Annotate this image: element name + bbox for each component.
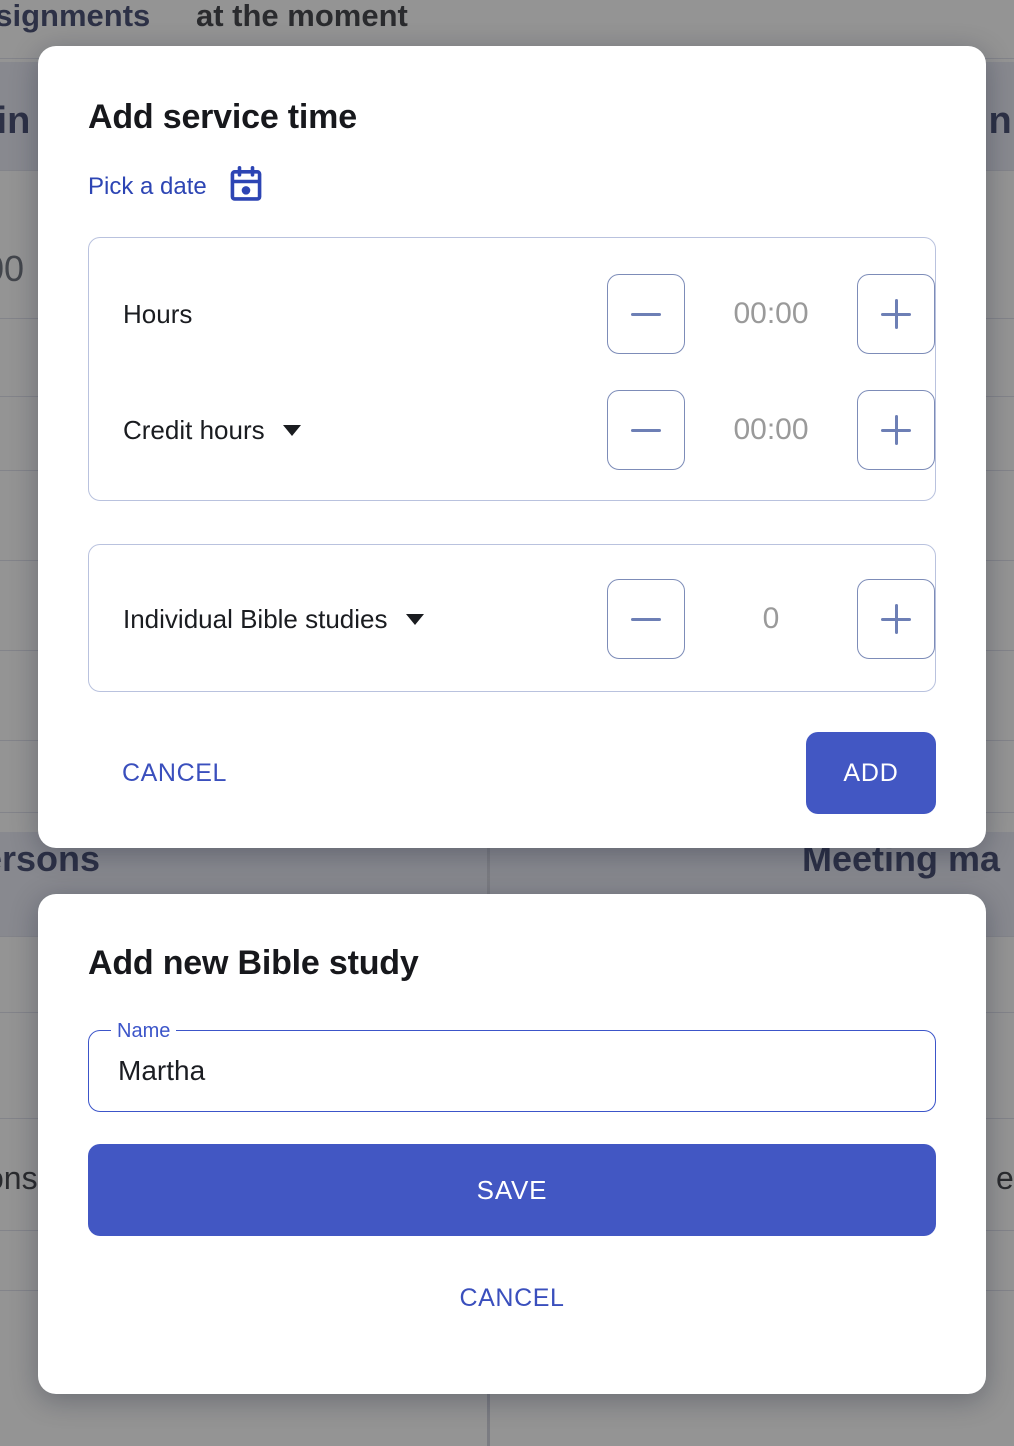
credit-hours-increment-button[interactable] xyxy=(857,390,935,470)
pick-a-date-label[interactable]: Pick a date xyxy=(88,173,207,201)
pick-a-date-control[interactable]: Pick a date xyxy=(88,165,263,207)
name-field-value[interactable]: Martha xyxy=(118,1055,205,1087)
name-field-label: Name xyxy=(111,1019,177,1043)
add-button[interactable]: ADD xyxy=(806,732,936,814)
screen-root: ssignments at the moment lin in 00 erson… xyxy=(0,0,1014,1446)
plus-icon xyxy=(881,415,911,445)
chevron-down-icon[interactable] xyxy=(282,424,301,436)
individual-bible-studies-label-wrap[interactable]: Individual Bible studies xyxy=(123,604,607,635)
credit-hours-label: Credit hours xyxy=(123,414,265,445)
individual-bible-studies-stepper: 0 xyxy=(607,579,935,659)
calendar-icon[interactable] xyxy=(229,165,263,207)
name-field[interactable]: Name Martha xyxy=(88,1019,936,1112)
hours-stepper: 00:00 xyxy=(607,274,935,354)
service-time-dialog-title: Add service time xyxy=(88,98,357,136)
service-time-action-row: CANCEL ADD xyxy=(88,732,936,814)
chevron-down-icon[interactable] xyxy=(405,613,424,625)
individual-bible-studies-label: Individual Bible studies xyxy=(123,603,388,634)
add-service-time-dialog: Add service time Pick a date Hours 00:00… xyxy=(38,46,986,848)
bible-study-cancel-wrap: CANCEL xyxy=(88,1274,936,1323)
credit-hours-label-wrap[interactable]: Credit hours xyxy=(123,415,607,446)
plus-icon xyxy=(881,604,911,634)
hours-label: Hours xyxy=(123,298,193,329)
save-button[interactable]: SAVE xyxy=(88,1144,936,1236)
bible-studies-value: 0 xyxy=(762,602,780,635)
hours-value: 00:00 xyxy=(733,297,809,330)
bible-study-cancel-button[interactable]: CANCEL xyxy=(425,1274,598,1323)
individual-bible-studies-row: Individual Bible studies 0 xyxy=(89,561,935,677)
hours-row-label-wrap: Hours xyxy=(123,299,607,330)
bible-study-dialog-title: Add new Bible study xyxy=(88,944,419,982)
hours-decrement-button[interactable] xyxy=(607,274,685,354)
cancel-button[interactable]: CANCEL xyxy=(88,749,261,798)
bible-studies-decrement-button[interactable] xyxy=(607,579,685,659)
plus-icon xyxy=(881,299,911,329)
bible-studies-group: Individual Bible studies 0 xyxy=(88,544,936,692)
credit-hours-value: 00:00 xyxy=(733,413,809,446)
save-button-wrap: SAVE xyxy=(88,1144,936,1236)
hours-increment-button[interactable] xyxy=(857,274,935,354)
hours-group: Hours 00:00 Credit hours 00:00 xyxy=(88,237,936,501)
add-new-bible-study-dialog: Add new Bible study Name Martha SAVE CAN… xyxy=(38,894,986,1394)
hours-row: Hours 00:00 xyxy=(89,256,935,372)
credit-hours-row: Credit hours 00:00 xyxy=(89,372,935,488)
minus-icon xyxy=(631,604,661,634)
bible-studies-increment-button[interactable] xyxy=(857,579,935,659)
credit-hours-decrement-button[interactable] xyxy=(607,390,685,470)
minus-icon xyxy=(631,299,661,329)
credit-hours-stepper: 00:00 xyxy=(607,390,935,470)
minus-icon xyxy=(631,415,661,445)
